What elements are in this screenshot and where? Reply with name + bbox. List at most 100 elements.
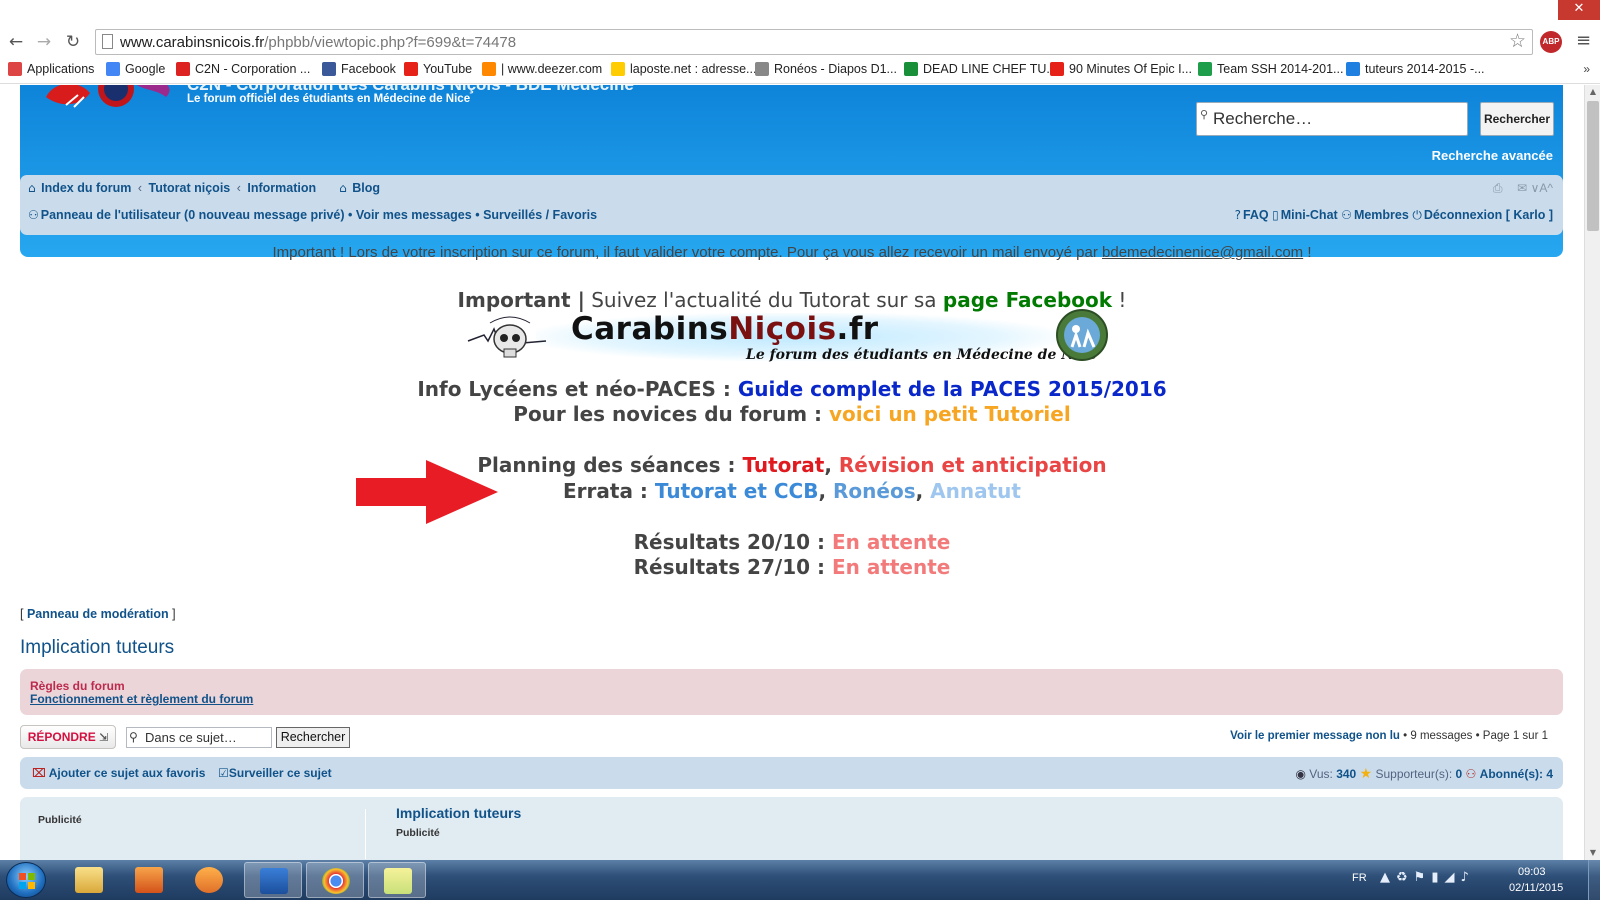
scroll-up-icon[interactable]: ▲ — [1585, 85, 1600, 99]
bookmark-item[interactable]: | www.deezer.com — [482, 62, 602, 76]
watch-topic-link[interactable]: Surveiller ce sujet — [229, 766, 332, 780]
blog-link[interactable]: Blog — [352, 181, 380, 195]
user-panel-link[interactable]: Panneau de l'utilisateur (0 nouveau mess… — [41, 208, 345, 222]
scrollbar-thumb[interactable] — [1587, 101, 1599, 231]
errata-roneos-link[interactable]: Ronéos — [833, 479, 916, 503]
bookmark-item[interactable]: Ronéos - Diapos D1... — [755, 62, 897, 76]
bookmark-label: tuteurs 2014-2015 -... — [1365, 62, 1485, 76]
tray-flag-icon[interactable]: ⚑ — [1414, 870, 1432, 885]
window-close-button[interactable]: ✕ — [1558, 0, 1600, 20]
tutorial-link[interactable]: voici un petit Tutoriel — [829, 402, 1071, 426]
errata-tutorat-link[interactable]: Tutorat et CCB — [655, 479, 819, 503]
taskbar-sticky-notes[interactable] — [368, 862, 426, 898]
bookmark-item[interactable]: tuteurs 2014-2015 -... — [1346, 62, 1485, 76]
blog-home-icon: ⌂ — [339, 181, 347, 195]
taskbar-media-player[interactable] — [180, 862, 238, 898]
breadcrumb-information[interactable]: Information — [247, 181, 316, 195]
supporters-count: 0 — [1455, 767, 1463, 781]
page-scrollbar[interactable]: ▲ ▼ — [1584, 85, 1600, 860]
url-text[interactable]: www.carabinsnicois.fr/phpbb/viewtopic.ph… — [120, 34, 516, 51]
topic-search-input[interactable]: ⚲ Dans ce sujet… — [126, 727, 272, 748]
bookmark-item[interactable]: DEAD LINE CHEF TU... — [904, 62, 1057, 76]
bookmark-item[interactable]: Team SSH 2014-201... — [1198, 62, 1343, 76]
post-title[interactable]: Implication tuteurs — [396, 805, 521, 821]
forward-button[interactable]: → — [32, 30, 56, 54]
revision-link[interactable]: Révision et anticipation — [839, 453, 1107, 477]
post-divider — [365, 809, 366, 859]
advanced-search-link[interactable]: Recherche avancée — [1432, 148, 1553, 163]
topic-search-placeholder: Dans ce sujet… — [145, 730, 237, 745]
my-messages-link[interactable]: Voir mes messages — [356, 208, 472, 222]
bookmark-item[interactable]: YouTube — [404, 62, 472, 76]
start-button[interactable] — [6, 862, 46, 898]
bookmark-item[interactable]: Facebook — [322, 62, 396, 76]
paces-guide-link[interactable]: Guide complet de la PACES 2015/2016 — [738, 377, 1167, 401]
rules-link[interactable]: Fonctionnement et règlement du forum — [30, 692, 253, 706]
bookmarks-overflow-icon[interactable]: » — [1583, 62, 1590, 76]
tutorat-planning-link[interactable]: Tutorat — [742, 453, 824, 477]
tray-sync-icon[interactable]: ♻ — [1396, 870, 1414, 885]
bookmark-item[interactable]: laposte.net : adresse... — [611, 62, 756, 76]
back-button[interactable]: ← — [4, 30, 28, 54]
browser-menu-icon[interactable]: ≡ — [1576, 32, 1591, 50]
results-2-status[interactable]: En attente — [832, 555, 950, 579]
bookmark-star-icon[interactable]: ☆ — [1509, 30, 1526, 52]
carabins-banner[interactable]: CarabinsNiçois.fr Le forum des étudiants… — [466, 307, 1111, 369]
topic-search-button[interactable]: Rechercher — [276, 727, 350, 748]
first-unread-link[interactable]: Voir le premier message non lu — [1230, 730, 1400, 742]
tray-battery-icon[interactable]: ▮ — [1431, 870, 1444, 885]
tray-expand-icon[interactable]: ▲ — [1380, 870, 1396, 885]
add-favorite-link[interactable]: Ajouter ce sujet aux favoris — [49, 766, 206, 780]
minichat-link[interactable]: Mini-Chat — [1281, 208, 1338, 222]
bullet: • — [475, 208, 480, 222]
font-size-icon[interactable]: ∨A^ — [1531, 181, 1553, 195]
results-1-status[interactable]: En attente — [832, 530, 950, 554]
reply-button[interactable]: RÉPONDRE ⇲ — [20, 725, 116, 749]
bookmark-item[interactable]: C2N - Corporation ... — [176, 62, 310, 76]
clock-date[interactable]: 02/11/2015 — [1509, 882, 1563, 894]
search-button[interactable]: Rechercher — [1480, 102, 1554, 136]
logout-link[interactable]: Déconnexion [ Karlo ] — [1424, 208, 1553, 222]
search-input[interactable]: ⚲ Recherche… — [1196, 102, 1468, 136]
taskbar-office[interactable] — [120, 862, 178, 898]
moderation-panel-link[interactable]: Panneau de modération — [27, 607, 169, 621]
clock-time[interactable]: 09:03 — [1518, 866, 1546, 878]
topic-title[interactable]: Implication tuteurs — [20, 637, 174, 659]
reload-icon: ↻ — [65, 32, 81, 52]
registration-email-link[interactable]: bdemedecinenice@gmail.com — [1102, 244, 1303, 261]
breadcrumb-index[interactable]: Index du forum — [41, 181, 131, 195]
show-desktop-button[interactable] — [1588, 860, 1600, 900]
breadcrumb-separator: ‹ — [236, 181, 241, 195]
bookmark-item[interactable]: 90 Minutes Of Epic I... — [1050, 62, 1192, 76]
subscribers-label[interactable]: Abonné(s): — [1480, 767, 1547, 781]
taskbar-word[interactable] — [244, 862, 302, 898]
watched-favorites-link[interactable]: Surveillés / Favoris — [483, 208, 597, 222]
reload-button[interactable]: ↻ — [61, 30, 85, 54]
taskbar-chrome[interactable] — [306, 862, 364, 898]
faq-link[interactable]: FAQ — [1243, 208, 1269, 222]
errata-annatut-link[interactable]: Annatut — [930, 479, 1021, 503]
bookmark-item[interactable]: Applications — [8, 62, 94, 76]
members-link[interactable]: Membres — [1354, 208, 1409, 222]
bracket-open: [ — [20, 607, 27, 621]
search-icon: ⚲ — [129, 730, 138, 744]
email-icon[interactable]: ✉ — [1517, 181, 1527, 195]
info-lyceens-label: Info Lycéens et néo-PACES : — [417, 377, 738, 401]
language-indicator[interactable]: FR — [1352, 872, 1367, 884]
windows-taskbar: FR ▲♻⚑▮◢♪ 09:03 02/11/2015 — [0, 860, 1600, 900]
banner-title-carabins: Carabins — [571, 311, 729, 347]
breadcrumb-tutorat[interactable]: Tutorat niçois — [149, 181, 231, 195]
tray-signal-icon[interactable]: ◢ — [1444, 870, 1460, 885]
novices-line: Pour les novices du forum : voici un pet… — [0, 402, 1584, 426]
taskbar-explorer[interactable] — [60, 862, 118, 898]
results-1-label: Résultats 20/10 : — [633, 530, 832, 554]
adblock-extension-button[interactable]: ABP — [1540, 31, 1562, 53]
address-bar[interactable]: www.carabinsnicois.fr/phpbb/viewtopic.ph… — [95, 29, 1533, 55]
c2n-logo[interactable] — [38, 85, 178, 115]
bookmark-item[interactable]: Google — [106, 62, 165, 76]
scroll-down-icon[interactable]: ▼ — [1585, 846, 1600, 860]
tray-volume-icon[interactable]: ♪ — [1460, 870, 1474, 885]
registration-text: Important ! Lors de votre inscription su… — [272, 244, 1103, 261]
planning-label: Planning des séances : — [477, 453, 743, 477]
print-icon[interactable]: ⎙ — [1493, 181, 1503, 195]
